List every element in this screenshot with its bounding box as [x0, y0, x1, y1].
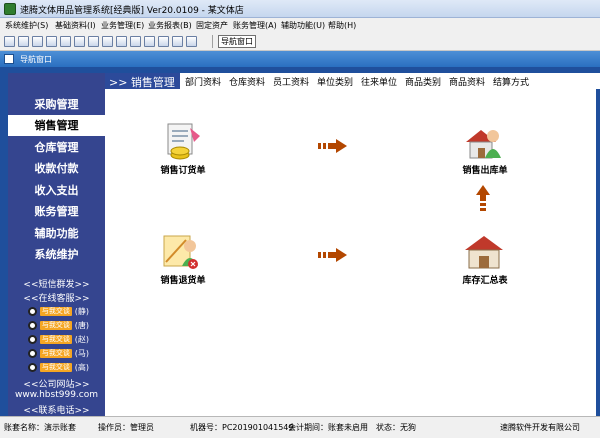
sales-outbound-function[interactable] [463, 122, 507, 165]
new-icon[interactable] [4, 36, 15, 47]
qq-contact[interactable]: 与我交谈 (高) [28, 362, 89, 373]
contact-name: (赵) [74, 335, 89, 344]
mail-icon[interactable] [144, 36, 155, 47]
qq-penguin-icon [28, 307, 37, 316]
nav-window-button[interactable]: 导航窗口 [218, 35, 256, 48]
qq-penguin-icon [28, 321, 37, 330]
folder-icon[interactable] [102, 36, 113, 47]
tab-products[interactable]: 商品资料 [449, 75, 485, 88]
tab-warehouses[interactable]: 仓库资料 [229, 75, 265, 88]
nav-window-title: 导航窗口 [20, 55, 52, 64]
chat-button[interactable]: 与我交谈 [39, 321, 72, 330]
sidebar-item-receipts-payments[interactable]: 收款付款 [8, 158, 105, 179]
copy-icon[interactable] [32, 36, 43, 47]
menu-fixed-assets[interactable]: 固定资产 [196, 20, 228, 31]
qq-contact[interactable]: 与我交谈 (马) [28, 348, 89, 359]
sales-return-function[interactable] [160, 232, 204, 275]
app-icon [4, 3, 16, 15]
status-period: 会计期间：账套未启用 [288, 423, 368, 432]
sidebar-item-sales[interactable]: 销售管理 [8, 115, 105, 136]
tools-icon[interactable] [88, 36, 99, 47]
inventory-summary-function[interactable] [463, 232, 507, 275]
tab-unit-categories[interactable]: 单位类别 [317, 75, 353, 88]
tab-departments[interactable]: 部门资料 [185, 75, 221, 88]
menu-accounts[interactable]: 账务管理(A) [233, 20, 277, 31]
qq-penguin-icon [28, 363, 37, 372]
title-bar: 速腾文体用品管理系统[经典版] Ver20.0109 - 某文体店 [0, 0, 600, 18]
contact-name: (马) [74, 349, 89, 358]
status-machine: 机器号：PC201901041549 [190, 423, 294, 432]
status-company: 速腾软件开发有限公司 [500, 423, 580, 432]
window-title: 速腾文体用品管理系统[经典版] Ver20.0109 - 某文体店 [20, 6, 244, 16]
tab-settlement-methods[interactable]: 结算方式 [493, 75, 529, 88]
print-icon[interactable] [116, 36, 127, 47]
sales-order-function[interactable] [160, 122, 204, 165]
menu-basic-data[interactable]: 基础资料(I) [55, 20, 96, 31]
sidebar-item-purchase[interactable]: 采购管理 [8, 94, 105, 115]
document-icon[interactable] [46, 36, 57, 47]
sms-link[interactable]: <<短信群发>> [8, 277, 105, 290]
warehouse-icon [465, 236, 503, 269]
online-service-link[interactable]: <<在线客服>> [8, 291, 105, 304]
tab-partners[interactable]: 往来单位 [361, 75, 397, 88]
sidebar-item-auxiliary[interactable]: 辅助功能 [8, 223, 105, 244]
status-account: 账套名称：演示账套 [4, 423, 76, 432]
calendar-icon[interactable] [158, 36, 169, 47]
qq-penguin-icon [28, 349, 37, 358]
menu-help[interactable]: 帮助(H) [328, 20, 356, 31]
menu-bar: 系统维护(S) 基础资料(I) 业务管理(E) 业务报表(B) 固定资产 账务管… [0, 18, 600, 33]
sales-order-label[interactable]: 销售订货单 [143, 163, 223, 176]
qq-contact[interactable]: 与我交谈 (唐) [28, 320, 89, 331]
window-icon [4, 54, 14, 64]
qq-contact[interactable]: 与我交谈 (静) [28, 306, 89, 317]
sidebar-item-warehouse[interactable]: 仓库管理 [8, 137, 105, 158]
nav-window-titlebar: 导航窗口 [0, 51, 600, 67]
chat-button[interactable]: 与我交谈 [39, 335, 72, 344]
menu-business[interactable]: 业务管理(E) [101, 20, 144, 31]
tab-product-categories[interactable]: 商品类别 [405, 75, 441, 88]
inventory-summary-label[interactable]: 库存汇总表 [445, 273, 525, 286]
up-arrow-icon [476, 185, 490, 211]
chat-button[interactable]: 与我交谈 [39, 307, 72, 316]
sales-return-icon [163, 235, 198, 269]
right-arrow-icon [318, 248, 347, 262]
save-icon[interactable] [130, 36, 141, 47]
company-url-link[interactable]: www.hbst999.com [8, 390, 105, 400]
help-icon[interactable] [172, 36, 183, 47]
sidebar-item-system[interactable]: 系统维护 [8, 244, 105, 265]
status-state: 状态：无狗 [376, 423, 416, 432]
sales-outbound-icon [466, 130, 501, 159]
sales-order-icon [167, 123, 200, 160]
quick-tabs: 部门资料 仓库资料 员工资料 单位类别 往来单位 商品类别 商品资料 结算方式 [180, 73, 600, 89]
toolbar-separator [212, 35, 213, 48]
section-title: >> 销售管理 [109, 76, 175, 89]
sales-outbound-label[interactable]: 销售出库单 [445, 163, 525, 176]
right-arrow-icon [318, 139, 347, 153]
chat-button[interactable]: 与我交谈 [39, 363, 72, 372]
report-icon[interactable] [60, 36, 71, 47]
toolbar: 导航窗口 [0, 33, 600, 51]
sidebar-item-income-expense[interactable]: 收入支出 [8, 180, 105, 201]
contact-name: (唐) [74, 321, 89, 330]
contact-phone-link[interactable]: <<联系电话>> [8, 403, 105, 416]
calculator-icon[interactable] [74, 36, 85, 47]
menu-system[interactable]: 系统维护(S) [5, 20, 48, 31]
status-bar: 账套名称：演示账套 操作员：管理员 机器号：PC201901041549 会计期… [0, 416, 600, 438]
exit-icon[interactable] [186, 36, 197, 47]
contact-name: (高) [74, 363, 89, 372]
status-operator: 操作员：管理员 [98, 423, 154, 432]
sidebar-item-accounts[interactable]: 账务管理 [8, 201, 105, 222]
company-site-link[interactable]: <<公司网站>> [8, 377, 105, 390]
qq-contact[interactable]: 与我交谈 (赵) [28, 334, 89, 345]
qq-penguin-icon [28, 335, 37, 344]
menu-auxiliary[interactable]: 辅助功能(U) [281, 20, 325, 31]
menu-reports[interactable]: 业务报表(B) [148, 20, 192, 31]
sales-return-label[interactable]: 销售退货单 [143, 273, 223, 286]
contact-name: (静) [74, 307, 89, 316]
chat-button[interactable]: 与我交谈 [39, 349, 72, 358]
open-icon[interactable] [18, 36, 29, 47]
tab-employees[interactable]: 员工资料 [273, 75, 309, 88]
